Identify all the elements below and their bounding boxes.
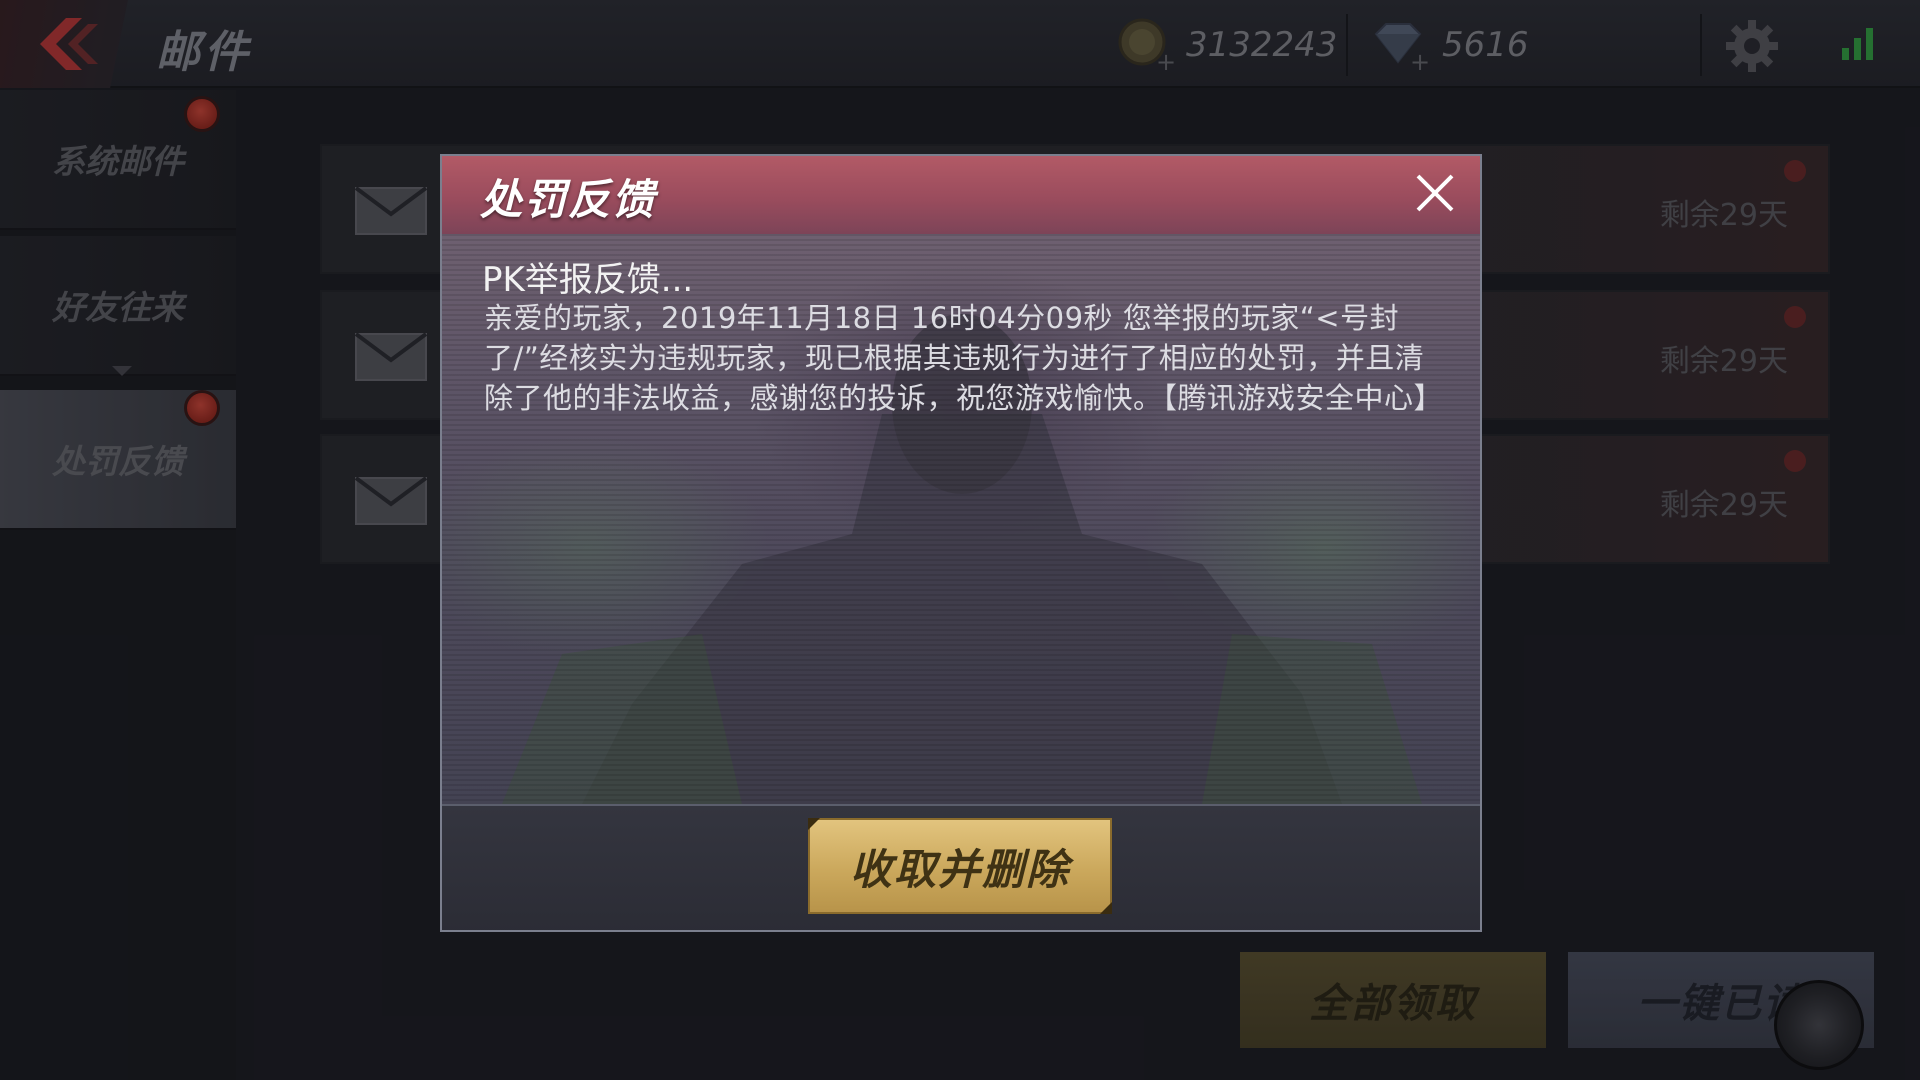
dialog-footer: 收取并删除	[442, 804, 1480, 930]
message-title: PK举报反馈...	[482, 260, 694, 300]
claim-and-delete-button[interactable]: 收取并删除	[808, 818, 1112, 914]
dialog-title: 处罚反馈	[480, 175, 657, 224]
close-icon[interactable]	[1412, 170, 1458, 216]
dialog-body: PK举报反馈... 亲爱的玩家，2019年11月18日 16时04分09秒 您举…	[442, 234, 1480, 804]
penalty-feedback-dialog: 处罚反馈 PK举报反馈... 亲爱的玩家，2019年11月18日 16时04分0…	[440, 154, 1482, 932]
message-body: 亲爱的玩家，2019年11月18日 16时04分09秒 您举报的玩家“<号封了/…	[484, 301, 1444, 415]
dialog-header: 处罚反馈	[442, 156, 1480, 234]
